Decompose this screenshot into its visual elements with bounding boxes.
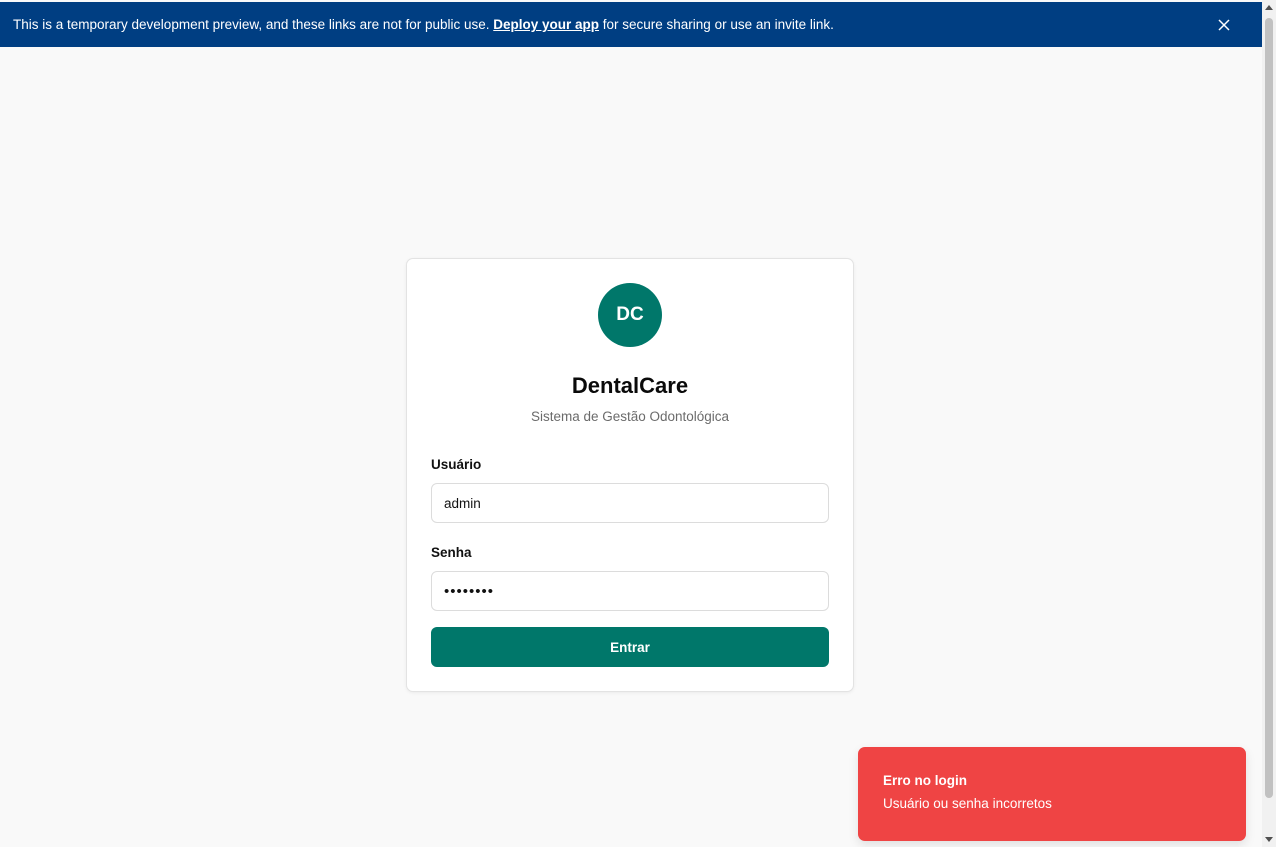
login-card: DC DentalCare Sistema de Gestão Odontoló… <box>406 258 854 692</box>
banner-text-before: This is a temporary development preview,… <box>13 17 494 32</box>
close-icon[interactable] <box>1214 15 1234 35</box>
password-input[interactable] <box>431 571 829 611</box>
toast-description: Usuário ou senha incorretos <box>883 796 1052 811</box>
app-title: DentalCare <box>571 373 689 398</box>
scrollbar-thumb[interactable] <box>1265 18 1273 798</box>
banner-text-after: for secure sharing or use an invite link… <box>599 17 834 32</box>
logo-avatar: DC <box>598 283 662 347</box>
page-scrollbar[interactable] <box>1262 0 1276 847</box>
error-toast[interactable]: Erro no login Usuário ou senha incorreto… <box>858 747 1246 841</box>
password-label: Senha <box>431 545 472 560</box>
deploy-app-link[interactable]: Deploy your app <box>493 17 599 32</box>
username-label: Usuário <box>431 457 482 472</box>
toast-title: Erro no login <box>883 773 967 788</box>
app-subtitle: Sistema de Gestão Odontológica <box>530 409 730 424</box>
username-input[interactable] <box>431 483 829 523</box>
scroll-up-icon[interactable] <box>1265 5 1273 10</box>
dev-preview-banner: This is a temporary development preview,… <box>0 2 1262 47</box>
scroll-down-icon[interactable] <box>1265 837 1273 842</box>
login-button[interactable]: Entrar <box>431 627 829 667</box>
banner-message: This is a temporary development preview,… <box>13 17 1214 32</box>
